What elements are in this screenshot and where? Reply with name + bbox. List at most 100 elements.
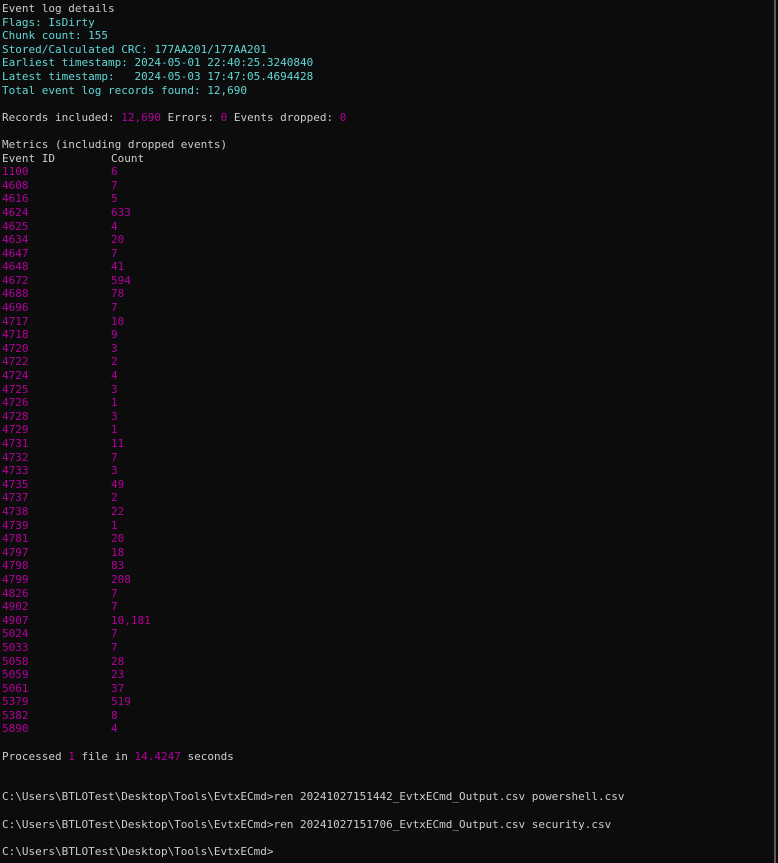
metric-event-id: 4624 xyxy=(2,205,29,219)
metric-event-id: 4647 xyxy=(2,246,29,260)
metric-count: 49 xyxy=(111,477,125,491)
header-event-id: Event ID xyxy=(2,151,55,165)
metric-event-id: 5890 xyxy=(2,722,29,736)
metric-count: 23 xyxy=(111,668,125,682)
records-label: Records included: xyxy=(2,110,122,124)
metric-row: 5890 4 xyxy=(2,722,774,736)
metric-event-id: 4781 xyxy=(2,532,29,546)
metric-event-id: 4728 xyxy=(2,409,29,423)
metric-event-id: 4718 xyxy=(2,328,29,342)
errors-label: Errors: xyxy=(160,110,221,124)
metric-count: 83 xyxy=(111,559,125,573)
metric-count: 2 xyxy=(111,491,118,505)
metric-event-id: 4625 xyxy=(2,219,29,233)
metric-count: 5 xyxy=(111,192,118,206)
metrics-table: Event ID Count 1100 6 4608 7 4616 5 4624 633 4625… xyxy=(2,152,774,737)
metric-row: 5059 23 xyxy=(2,668,774,682)
metric-count: 4 xyxy=(111,219,118,233)
details-title: Event log details xyxy=(2,2,115,15)
processed-summary: Processed 1 file in 14.4247 seconds xyxy=(2,750,774,764)
metric-count: 1 xyxy=(111,396,118,410)
metric-count: 11 xyxy=(111,437,125,450)
header-count: Count xyxy=(111,151,145,165)
metric-event-id: 4738 xyxy=(2,504,29,518)
metric-event-id: 4726 xyxy=(2,396,29,410)
metric-event-id: 4798 xyxy=(2,559,29,573)
records-value: 12,690 xyxy=(121,110,161,124)
details-latest-timestamp: Latest timestamp: 2024-05-03 17:47:05.46… xyxy=(2,69,314,83)
metric-row: 5033 7 xyxy=(2,641,774,655)
metric-event-id: 4799 xyxy=(2,572,29,586)
metric-count: 7 xyxy=(111,586,118,600)
metric-count: 7 xyxy=(111,640,118,654)
metric-count: 9 xyxy=(111,328,118,342)
metric-count: 4 xyxy=(111,369,118,383)
metric-count: 4 xyxy=(111,722,118,736)
metric-event-id: 4735 xyxy=(2,477,29,491)
metric-row: 4737 2 xyxy=(2,491,774,505)
metric-event-id: 4729 xyxy=(2,423,29,437)
metric-count: 594 xyxy=(111,273,131,287)
details-crc: Stored/Calculated CRC: 177AA201/177AA201 xyxy=(2,42,267,56)
metric-row: 4731 11 xyxy=(2,437,774,451)
metric-count: 41 xyxy=(111,260,125,274)
metric-row: 4726 1 xyxy=(2,396,774,410)
command-prompt[interactable]: C:\Users\BTLOTest\Desktop\Tools\EvtxECmd… xyxy=(2,845,774,859)
metric-event-id: 4731 xyxy=(2,437,29,450)
details-flags: Flags: IsDirty xyxy=(2,15,95,29)
metric-event-id: 4608 xyxy=(2,178,29,192)
metric-event-id: 5058 xyxy=(2,654,29,668)
details-total-records: Total event log records found: 12,690 xyxy=(2,83,248,97)
records-summary: Records included: 12,690 Errors: 0 Event… xyxy=(2,111,774,125)
metric-row: 5379 519 xyxy=(2,695,774,709)
metric-event-id: 4722 xyxy=(2,355,29,369)
metric-event-id: 4797 xyxy=(2,545,29,559)
dropped-label: Events dropped: xyxy=(227,110,340,124)
metric-row: 4826 7 xyxy=(2,587,774,601)
metrics-header: Event ID Count xyxy=(2,152,774,166)
metric-event-id: 4739 xyxy=(2,518,29,532)
metric-count: 20 xyxy=(111,233,125,247)
terminal-window[interactable]: Event log details Flags: IsDirty Chunk c… xyxy=(0,0,776,863)
processed-files: 1 xyxy=(68,749,75,763)
metric-row: 5058 28 xyxy=(2,655,774,669)
metric-count: 519 xyxy=(111,695,131,709)
metric-event-id: 5061 xyxy=(2,681,29,695)
metric-row: 4738 22 xyxy=(2,505,774,519)
metric-event-id: 4696 xyxy=(2,301,29,315)
metric-row: 4733 3 xyxy=(2,464,774,478)
metric-count: 7 xyxy=(111,301,118,315)
metric-event-id: 5033 xyxy=(2,640,29,654)
metric-count: 3 xyxy=(111,464,118,478)
metric-row: 4798 83 xyxy=(2,559,774,573)
metric-row: 4696 7 xyxy=(2,301,774,315)
metric-count: 7 xyxy=(111,246,118,260)
metric-row: 4648 41 xyxy=(2,260,774,274)
metric-count: 28 xyxy=(111,654,125,668)
metric-event-id: 1100 xyxy=(2,165,29,179)
metric-row: 5382 8 xyxy=(2,709,774,723)
metric-count: 7 xyxy=(111,627,118,641)
metric-event-id: 4717 xyxy=(2,314,29,328)
metric-event-id: 5379 xyxy=(2,695,29,709)
metric-count: 6 xyxy=(111,165,118,179)
metric-count: 7 xyxy=(111,178,118,192)
metric-count: 3 xyxy=(111,409,118,423)
processed-middle: file in xyxy=(74,749,135,763)
metric-row: 4608 7 xyxy=(2,179,774,193)
metric-row: 4902 7 xyxy=(2,600,774,614)
metric-event-id: 5382 xyxy=(2,708,29,722)
metric-event-id: 4732 xyxy=(2,450,29,464)
metric-count: 18 xyxy=(111,545,125,559)
metric-count: 22 xyxy=(111,504,125,518)
metric-row: 4672 594 xyxy=(2,274,774,288)
metric-row: 4781 20 xyxy=(2,532,774,546)
processed-prefix: Processed xyxy=(2,749,69,763)
metric-row: 4732 7 xyxy=(2,451,774,465)
metric-count: 2 xyxy=(111,355,118,369)
metric-row: 4724 4 xyxy=(2,369,774,383)
metric-row: 4799 208 xyxy=(2,573,774,587)
metric-row: 5061 37 xyxy=(2,682,774,696)
